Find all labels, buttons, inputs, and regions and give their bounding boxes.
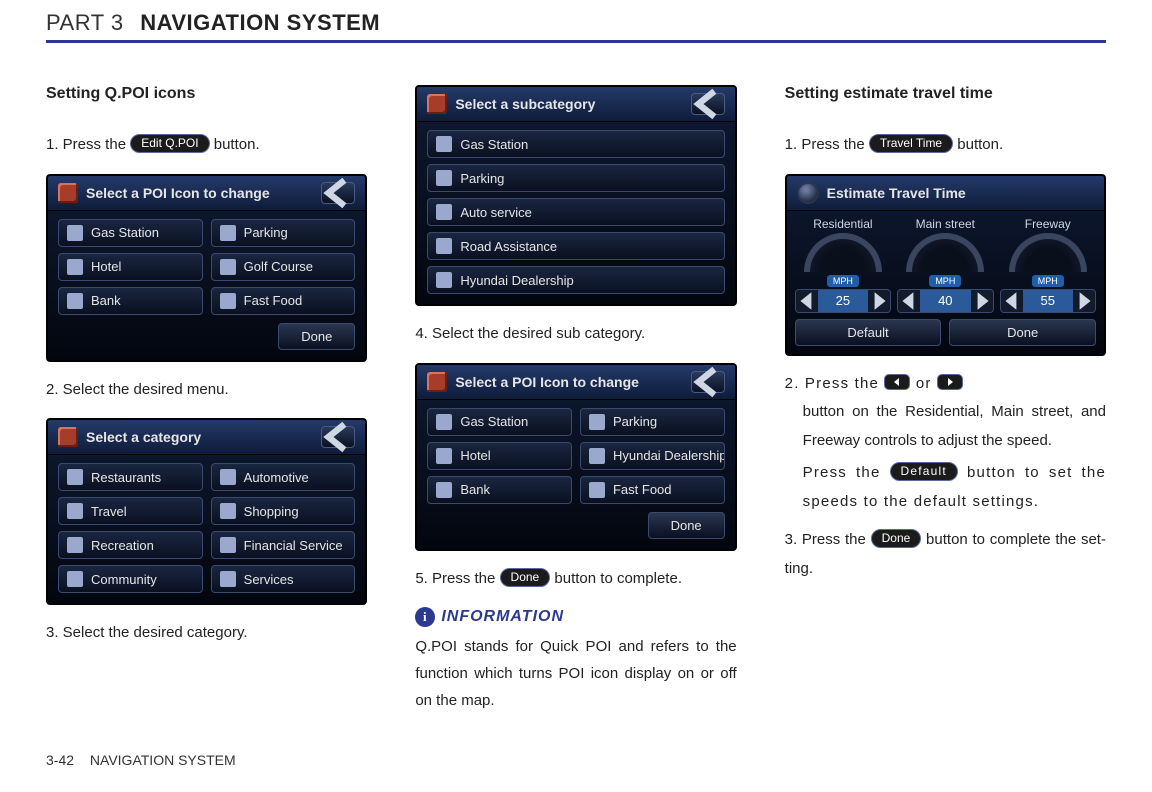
step-text: 5. Press the — [415, 570, 499, 587]
list-item[interactable]: Hyundai Dealership — [580, 442, 725, 470]
gauge-mainstreet: Main street MPH — [897, 217, 993, 283]
section-heading-qpoi: Setting Q.POI icons — [46, 85, 367, 103]
screenshot-select-subcategory: Select a subcategory Gas Station Parking… — [415, 85, 736, 306]
arrow-left-icon[interactable] — [898, 290, 920, 312]
screenshot-title: Select a POI Icon to change — [455, 374, 639, 390]
section-heading-travel-time: Setting estimate travel time — [785, 85, 1106, 103]
back-button[interactable] — [691, 93, 725, 115]
screenshot-title: Select a subcategory — [455, 96, 595, 112]
done-button[interactable]: Done — [871, 529, 922, 548]
step-text: 1. Press the — [46, 136, 130, 153]
page-footer: 3-42 NAVIGATION SYSTEM — [46, 752, 236, 768]
column-left: Setting Q.POI icons 1. Press the Edit Q.… — [46, 85, 367, 714]
list-item[interactable]: Auto service — [427, 198, 724, 226]
screenshot-title: Select a POI Icon to change — [86, 185, 270, 201]
back-button[interactable] — [321, 182, 355, 204]
step-text: Press the — [803, 464, 890, 481]
list-item[interactable]: Travel — [58, 497, 203, 525]
speed-stepper-mainstreet[interactable]: 40 — [897, 289, 993, 313]
arrow-right-icon[interactable] — [868, 290, 890, 312]
list-item[interactable]: Automotive — [211, 463, 356, 491]
arrow-right-icon[interactable] — [971, 290, 993, 312]
flag-icon — [427, 372, 447, 392]
back-button[interactable] — [691, 371, 725, 393]
list-item[interactable]: Road Assistance — [427, 232, 724, 260]
default-button[interactable]: Default — [890, 462, 958, 481]
list-item[interactable]: Golf Course — [211, 253, 356, 281]
arrow-right-button[interactable] — [937, 374, 963, 390]
arrow-left-icon[interactable] — [1001, 290, 1023, 312]
step-text: button on the Residential, Main street, … — [803, 398, 1106, 455]
list-item[interactable]: Bank — [427, 476, 572, 504]
screenshot-select-category: Select a category Restaurants Automotive… — [46, 418, 367, 605]
list-item[interactable]: Gas Station — [427, 408, 572, 436]
step-text: 4. Select the desired sub category. — [415, 320, 736, 349]
list-item[interactable]: Fast Food — [580, 476, 725, 504]
list-item[interactable]: Services — [211, 565, 356, 593]
flag-icon — [58, 183, 78, 203]
information-heading: i INFORMATION — [415, 607, 736, 627]
screenshot-estimate-travel-time: Estimate Travel Time Residential MPH Mai… — [785, 174, 1106, 356]
arrow-left-button[interactable] — [884, 374, 910, 390]
list-item[interactable]: Hotel — [58, 253, 203, 281]
list-item[interactable]: Shopping — [211, 497, 356, 525]
list-item[interactable]: Gas Station — [427, 130, 724, 158]
step-text: 3. Select the desired category. — [46, 619, 367, 648]
gauge-freeway: Freeway MPH — [1000, 217, 1096, 283]
list-item[interactable]: Hyundai Dealership — [427, 266, 724, 294]
edit-qpoi-button[interactable]: Edit Q.POI — [130, 134, 209, 153]
done-button[interactable]: Done — [278, 323, 355, 350]
list-item[interactable]: Financial Service — [211, 531, 356, 559]
done-button[interactable]: Done — [648, 512, 725, 539]
part-label: PART 3 — [46, 10, 124, 35]
arrow-left-icon[interactable] — [796, 290, 818, 312]
gauge-icon — [797, 182, 819, 204]
step-text: 3. Press the — [785, 531, 871, 548]
step-text: or — [916, 375, 937, 392]
list-item[interactable]: Restaurants — [58, 463, 203, 491]
screenshot-title: Estimate Travel Time — [827, 185, 966, 201]
flag-icon — [427, 94, 447, 114]
screenshot-poi-icon-change: Select a POI Icon to change Gas Station … — [46, 174, 367, 362]
step-text: 1. Press the — [785, 136, 869, 153]
step-text: 2. Press the — [785, 375, 885, 392]
list-item[interactable]: Community — [58, 565, 203, 593]
list-item[interactable]: Gas Station — [58, 219, 203, 247]
list-item[interactable]: Parking — [580, 408, 725, 436]
list-item[interactable]: Bank — [58, 287, 203, 315]
page-header: PART 3 NAVIGATION SYSTEM — [46, 0, 1106, 43]
column-middle: Select a subcategory Gas Station Parking… — [415, 85, 736, 714]
page-number: 3-42 — [46, 752, 74, 768]
screenshot-poi-icon-change-2: Select a POI Icon to change Gas Station … — [415, 363, 736, 551]
info-icon: i — [415, 607, 435, 627]
arrow-right-icon[interactable] — [1073, 290, 1095, 312]
part-title: NAVIGATION SYSTEM — [140, 10, 380, 35]
step-text: 2. Select the desired menu. — [46, 376, 367, 405]
done-button[interactable]: Done — [500, 568, 551, 587]
information-body: Q.POI stands for Quick POI and refers to… — [415, 633, 736, 714]
flag-icon — [58, 427, 78, 447]
gauge-residential: Residential MPH — [795, 217, 891, 283]
travel-time-button[interactable]: Travel Time — [869, 134, 953, 153]
list-item[interactable]: Parking — [211, 219, 356, 247]
default-button[interactable]: Default — [795, 319, 942, 346]
list-item[interactable]: Hotel — [427, 442, 572, 470]
screenshot-title: Select a category — [86, 429, 201, 445]
list-item[interactable]: Fast Food — [211, 287, 356, 315]
list-item[interactable]: Parking — [427, 164, 724, 192]
done-button[interactable]: Done — [949, 319, 1096, 346]
step-text: button. — [957, 136, 1003, 153]
footer-label: NAVIGATION SYSTEM — [90, 752, 236, 768]
step-text: button to complete. — [554, 570, 682, 587]
back-button[interactable] — [321, 426, 355, 448]
step-text: button. — [214, 136, 260, 153]
column-right: Setting estimate travel time 1. Press th… — [785, 85, 1106, 714]
speed-stepper-residential[interactable]: 25 — [795, 289, 891, 313]
list-item[interactable]: Recreation — [58, 531, 203, 559]
speed-stepper-freeway[interactable]: 55 — [1000, 289, 1096, 313]
